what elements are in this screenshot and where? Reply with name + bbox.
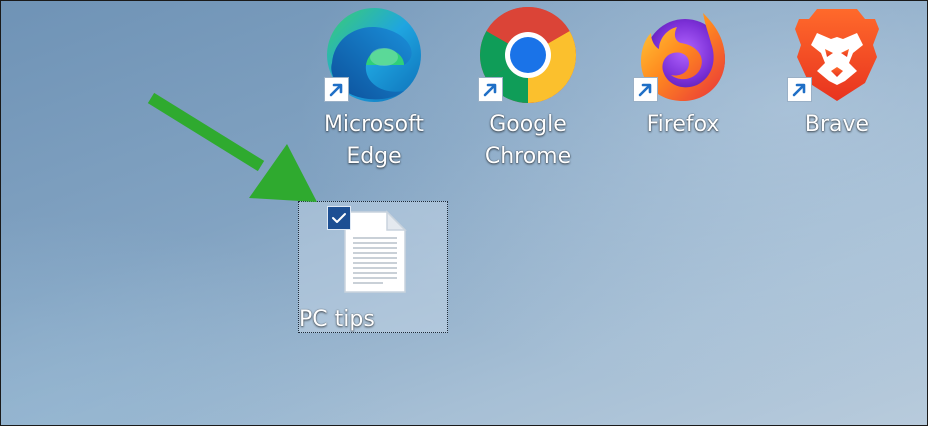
desktop-icon-brave[interactable]: Brave xyxy=(773,5,901,145)
text-document-icon xyxy=(344,210,407,293)
icon-label: Google Chrome xyxy=(484,112,572,169)
shortcut-arrow-icon xyxy=(633,77,658,102)
shortcut-arrow-icon xyxy=(478,77,503,102)
shortcut-arrow-icon xyxy=(787,77,812,102)
icon-label: Firefox xyxy=(646,112,720,137)
desktop-icon-firefox[interactable]: Firefox xyxy=(619,5,747,145)
desktop[interactable]: Microsoft Edge Google Chrome Firefox Bra… xyxy=(0,0,928,426)
icon-label: Brave xyxy=(804,112,870,137)
icon-label: PC tips xyxy=(299,307,375,332)
green-arrow-icon xyxy=(147,92,317,202)
desktop-icon-google-chrome[interactable]: Google Chrome xyxy=(464,5,592,175)
